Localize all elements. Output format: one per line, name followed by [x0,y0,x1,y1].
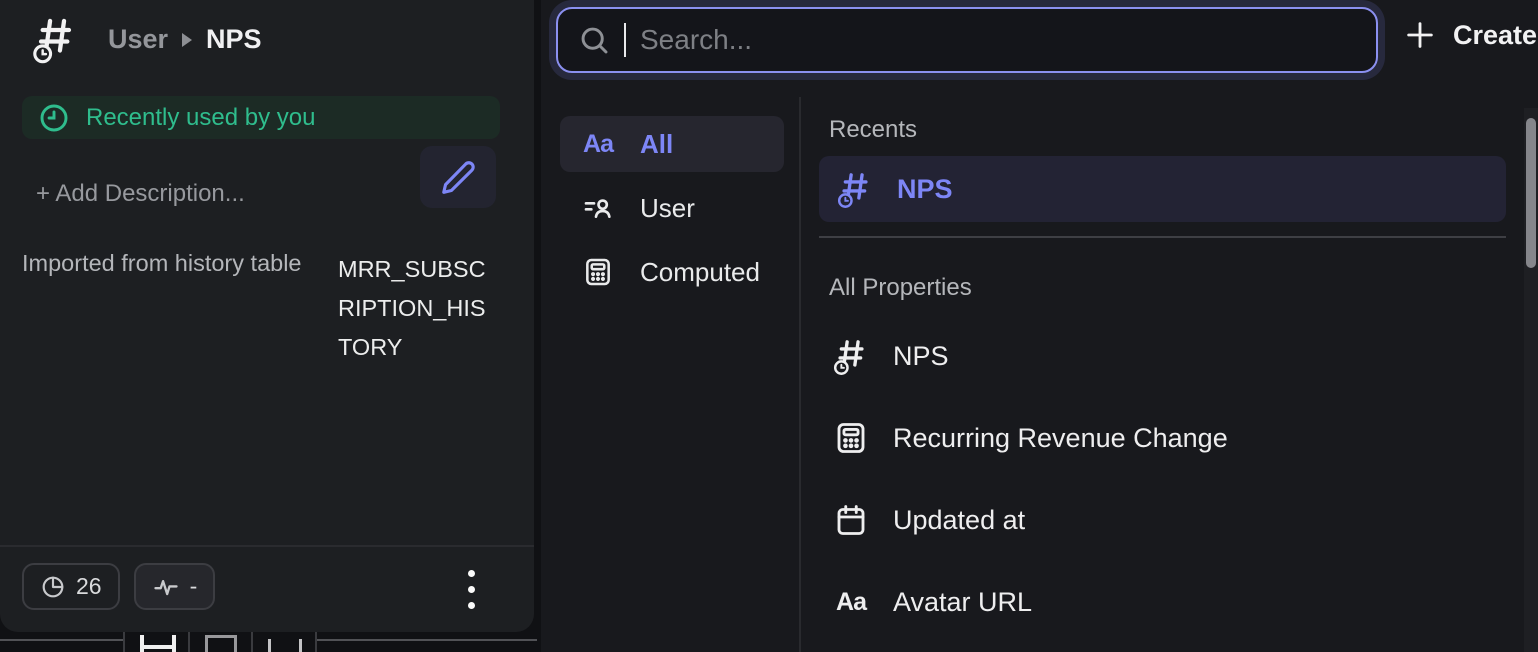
calculator-icon [580,256,616,288]
text-type-icon: Aa [580,130,616,159]
user-list-icon [580,192,616,224]
filter-tab-all[interactable]: Aa All [560,116,784,172]
import-info-value: MRR_SUBSCRIPTION_HISTORY [338,250,498,367]
app-screen: User NPS Recently used by you + Add Desc… [0,0,1538,652]
clock-icon [38,102,70,134]
background-table-fragment [0,639,123,641]
filter-tab-user[interactable]: User [560,180,784,236]
plus-icon [1403,18,1437,52]
text-cursor [624,23,626,57]
pie-chart-icon [40,574,66,600]
panel-footer: 26 - [22,563,215,610]
import-info-label: Imported from history table [22,250,302,367]
more-options-button[interactable] [468,570,475,609]
breadcrumb: User NPS [108,24,262,55]
search-icon [578,24,610,56]
search-input[interactable] [640,24,1376,56]
pencil-icon [440,159,476,195]
pulse-stat-pill[interactable]: - [134,563,216,610]
background-table-fragment [315,632,317,652]
breadcrumb-parent[interactable]: User [108,24,168,55]
property-item-recurring-revenue-change[interactable]: Recurring Revenue Change [819,408,1506,468]
filter-tab-label: Computed [640,257,760,288]
recents-heading: Recents [829,116,917,144]
calendar-icon [833,502,869,538]
property-item-nps[interactable]: NPS [819,326,1506,386]
recent-item-label: NPS [897,174,953,205]
search-bar [556,7,1378,73]
breadcrumb-chevron-icon [182,33,192,47]
create-button[interactable]: Create [1403,18,1537,52]
results-divider [819,236,1506,238]
filter-tab-label: All [640,129,673,160]
property-item-label: Avatar URL [893,587,1032,618]
recently-used-badge: Recently used by you [22,96,500,139]
background-table-fragment [123,632,125,652]
filter-list: Aa All User [560,116,784,308]
pie-stat-pill[interactable]: 26 [22,563,120,610]
numeric-property-icon [837,169,873,209]
pulse-icon [152,573,180,601]
property-item-avatar-url[interactable]: Aa Avatar URL [819,572,1506,632]
text-type-icon: Aa [833,588,869,617]
numeric-property-icon [32,14,78,64]
panel-header: User NPS [32,14,262,64]
scrollbar-thumb[interactable] [1526,118,1536,268]
background-table-fragment [140,635,176,652]
scrollbar[interactable] [1524,108,1538,652]
background-table-fragment [205,635,237,652]
pulse-stat-value: - [190,573,198,600]
edit-description-button[interactable] [420,146,496,208]
background-table-fragment [251,632,253,652]
panel-footer-divider [0,545,534,547]
numeric-property-icon [833,336,869,376]
background-table-fragment [188,632,190,652]
import-info-row: Imported from history table MRR_SUBSCRIP… [22,250,498,367]
recent-item-nps[interactable]: NPS [819,156,1506,222]
add-description-button[interactable]: + Add Description... [36,180,245,208]
property-detail-panel: User NPS Recently used by you + Add Desc… [0,0,534,632]
all-properties-heading: All Properties [829,274,972,302]
create-button-label: Create [1453,20,1537,51]
pie-stat-count: 26 [76,573,102,600]
property-item-updated-at[interactable]: Updated at [819,490,1506,550]
breadcrumb-current: NPS [206,24,262,55]
property-item-label: Recurring Revenue Change [893,423,1228,454]
property-item-label: Updated at [893,505,1025,536]
recently-used-label: Recently used by you [86,104,315,132]
background-table-fragment [317,639,537,641]
calculator-icon [833,420,869,456]
background-table-fragment [268,639,302,652]
filter-tab-computed[interactable]: Computed [560,244,784,300]
property-item-label: NPS [893,341,949,372]
search-palette: Create Aa All User [541,0,1538,652]
column-divider [799,97,801,652]
filter-tab-label: User [640,193,695,224]
